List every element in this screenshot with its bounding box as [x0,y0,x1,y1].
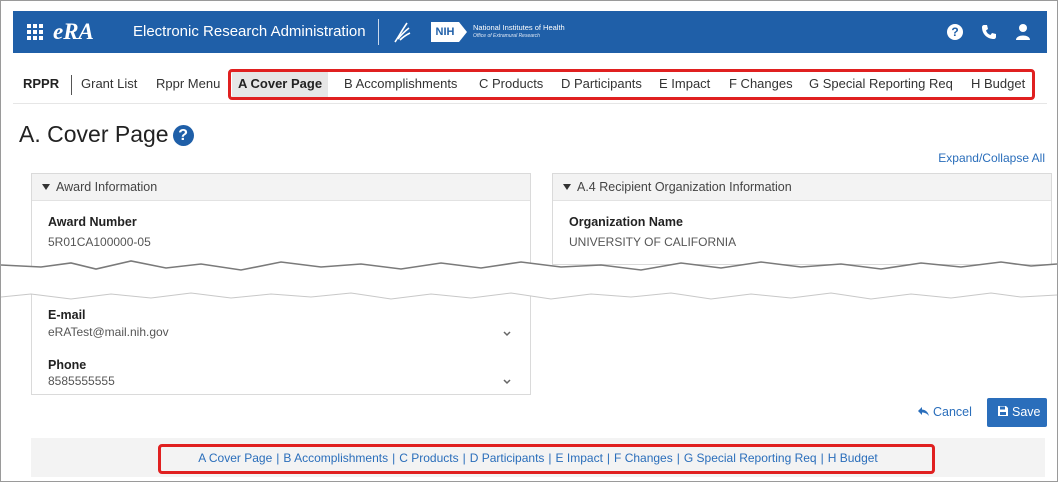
nih-badge-arrow [459,22,467,42]
nav-separator: | [392,451,396,465]
award-number-label: Award Number [48,215,137,229]
email-chevron-down-icon[interactable] [502,329,512,339]
caret-down-icon [563,184,571,190]
nih-badge: NIH [431,22,459,42]
email-value: eRATest@mail.nih.gov [48,325,169,339]
top-bar: eRA Electronic Research Administration N… [13,11,1047,53]
phone-icon[interactable] [979,22,999,42]
cancel-label: Cancel [933,405,972,419]
help-icon[interactable]: ? [945,22,965,42]
nih-subtitle: Office of Extramural Research [473,33,540,39]
nav-separator: | [820,451,824,465]
nav-separator: | [676,451,680,465]
page-title: A. Cover Page? [19,121,194,148]
user-icon[interactable] [1013,22,1033,42]
menu-tab-c-products[interactable]: C Products [479,76,543,91]
torn-page-divider [1,260,1057,300]
recipient-organization-panel: A.4 Recipient Organization Information O… [552,173,1052,265]
menu-tab-b-accomplishments[interactable]: B Accomplishments [344,76,457,91]
email-label: E-mail [48,308,86,322]
menu-tab-f-changes[interactable]: F Changes [729,76,793,91]
menu-tab-g-special-reporting-req[interactable]: G Special Reporting Req [809,76,953,91]
app-title: Electronic Research Administration [133,23,366,40]
award-information-title: Award Information [56,180,158,194]
expand-collapse-all-link[interactable]: Expand/Collapse All [938,151,1045,165]
nav-separator: | [276,451,280,465]
floppy-disk-icon [998,406,1008,416]
nih-name: National Institutes of Health [473,23,565,32]
nav-separator: | [548,451,552,465]
cancel-button[interactable]: Cancel [917,405,972,419]
menu-link-grant-list[interactable]: Grant List [81,76,137,91]
bottom-link-a-cover-page[interactable]: A Cover Page [198,451,272,465]
nav-separator: | [462,451,466,465]
header-banner: eRA Electronic Research Administration N… [1,1,1057,65]
bottom-section-nav: A Cover Page | B Accomplishments | C Product… [31,438,1045,477]
menu-tab-a-cover-page[interactable]: A Cover Page [232,70,329,97]
save-button[interactable]: Save [987,398,1047,427]
header-divider [378,19,379,45]
menu-tab-h-budget[interactable]: H Budget [971,76,1025,91]
organization-name-label: Organization Name [569,215,683,229]
menu-app-name: RPPR [23,76,60,91]
module-menu-bar: RPPR Grant List Rppr Menu A Cover Page B… [13,65,1047,104]
recipient-organization-header[interactable]: A.4 Recipient Organization Information [553,174,1051,201]
hhs-eagle-icon [394,22,411,43]
award-number-value: 5R01CA100000-05 [48,235,151,249]
caret-down-icon [42,184,50,190]
undo-arrow-icon [918,407,929,416]
bottom-link-e-impact[interactable]: E Impact [556,451,603,465]
waffle-menu-icon[interactable] [27,24,43,40]
bottom-link-f-changes[interactable]: F Changes [614,451,673,465]
bottom-link-h-budget[interactable]: H Budget [828,451,878,465]
phone-value: 8585555555 [48,374,115,388]
phone-chevron-down-icon[interactable] [502,377,512,387]
phone-label: Phone [48,358,87,372]
award-information-header[interactable]: Award Information [32,174,530,201]
menu-tab-d-participants[interactable]: D Participants [561,76,642,91]
bottom-link-b-accomplishments[interactable]: B Accomplishments [283,451,388,465]
recipient-organization-title: A.4 Recipient Organization Information [577,180,792,194]
help-question-icon[interactable]: ? [172,125,194,146]
page-title-text: A. Cover Page [19,121,169,147]
bottom-link-g-special-reporting-req[interactable]: G Special Reporting Req [684,451,817,465]
menu-divider [71,75,72,95]
save-label: Save [1012,405,1041,419]
menu-tab-e-impact[interactable]: E Impact [659,76,710,91]
bottom-nav-links: A Cover Page | B Accomplishments | C Product… [31,451,1045,465]
screenshot-frame: eRA Electronic Research Administration N… [0,0,1058,482]
nav-separator: | [606,451,611,465]
era-logo[interactable]: eRA [53,19,94,45]
organization-name-value: UNIVERSITY OF CALIFORNIA [569,235,737,249]
bottom-link-d-participants[interactable]: D Participants [470,451,545,465]
header-icons: ? [945,22,1033,42]
bottom-link-c-products[interactable]: C Products [399,451,458,465]
menu-link-rppr-menu[interactable]: Rppr Menu [156,76,220,91]
